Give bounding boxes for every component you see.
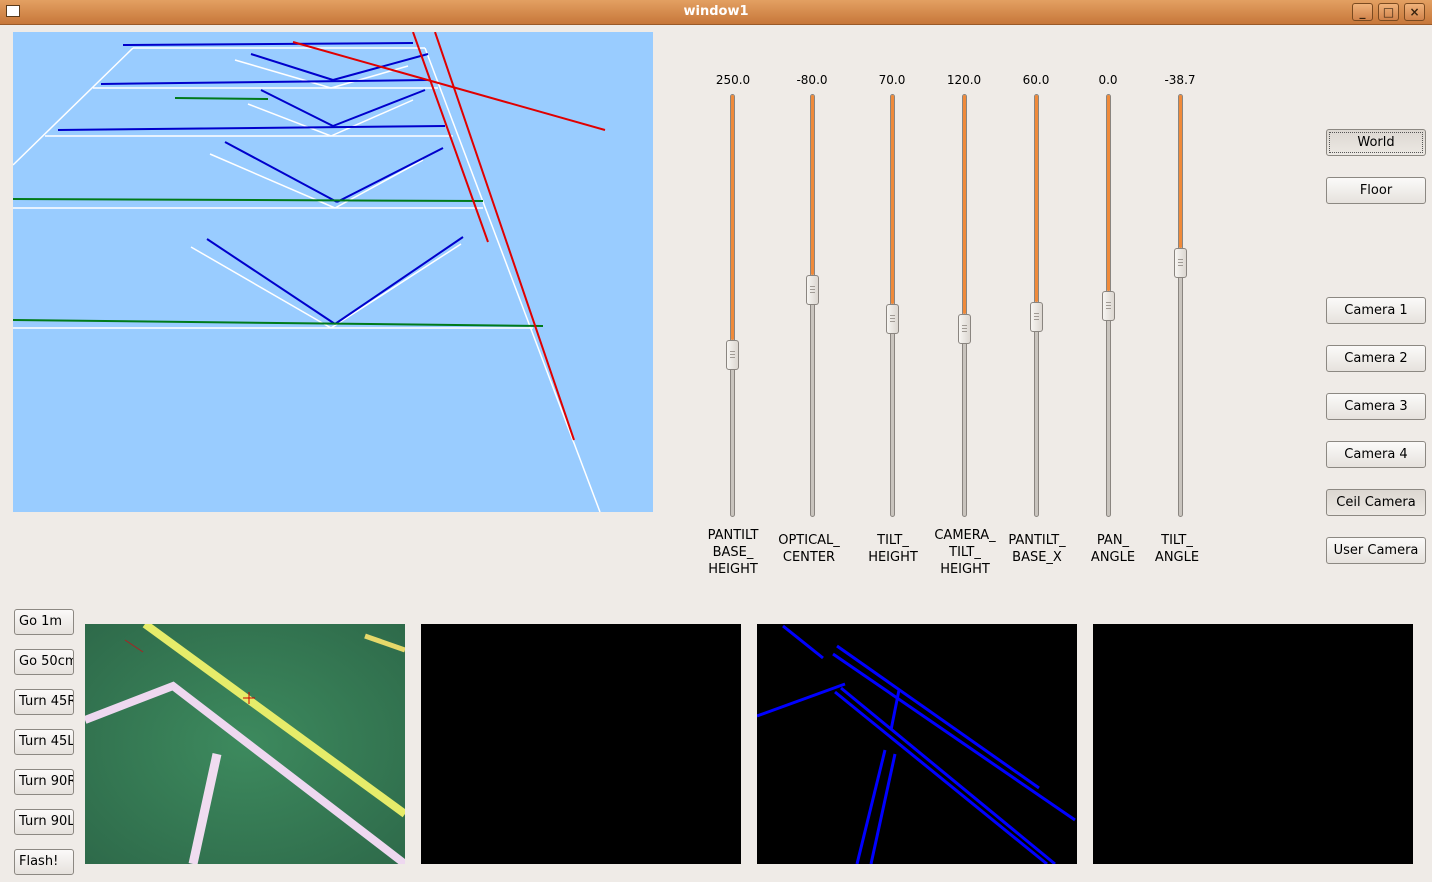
slider-handle[interactable]	[806, 275, 819, 305]
slider-tilt-angle[interactable]	[1174, 94, 1187, 517]
close-icon[interactable]: ×	[1404, 3, 1425, 21]
slider-fill	[963, 95, 966, 314]
turn-45r-button[interactable]: Turn 45R	[14, 689, 74, 715]
slider-fill	[1107, 95, 1110, 291]
camera-2-button[interactable]: Camera 2	[1326, 345, 1426, 372]
world-view-button[interactable]: World	[1326, 129, 1426, 156]
slider-optical-center[interactable]	[806, 94, 819, 517]
slider-value-pantilt-base-height: 250.0	[715, 73, 751, 87]
camera-4-button[interactable]: Camera 4	[1326, 441, 1426, 468]
go-1m-button[interactable]: Go 1m	[14, 609, 74, 635]
minimize-icon[interactable]: _	[1352, 3, 1373, 21]
camera-feed	[85, 624, 405, 864]
slider-handle[interactable]	[1030, 302, 1043, 332]
slider-handle[interactable]	[1102, 291, 1115, 321]
flash-button[interactable]: Flash!	[14, 849, 74, 875]
turn-90l-button[interactable]: Turn 90L	[14, 809, 74, 835]
slider-value-tilt-height: 70.0	[878, 73, 906, 87]
camera-1-button[interactable]: Camera 1	[1326, 297, 1426, 324]
slider-fill	[811, 95, 814, 275]
slider-camera-tilt-height[interactable]	[958, 94, 971, 517]
slider-tilt-height[interactable]	[886, 94, 899, 517]
camera-image-raw[interactable]	[85, 624, 405, 864]
maximize-icon[interactable]: □	[1378, 3, 1399, 21]
slider-label-tilt-angle: TILT_ ANGLE	[1154, 533, 1200, 565]
window-title: window1	[683, 4, 749, 19]
slider-label-optical-center: OPTICAL_ CENTER	[778, 533, 840, 565]
field-lines	[13, 47, 601, 512]
slider-fill	[1035, 95, 1038, 302]
goal-lines-3d	[13, 97, 544, 327]
slider-handle[interactable]	[958, 314, 971, 344]
turn-90r-button[interactable]: Turn 90R	[14, 769, 74, 795]
user-camera-button[interactable]: User Camera	[1326, 537, 1426, 564]
camera-3-button[interactable]: Camera 3	[1326, 393, 1426, 420]
robot-view-lines	[292, 32, 606, 441]
go-50cm-button[interactable]: Go 50cm	[14, 649, 74, 675]
slider-handle[interactable]	[726, 340, 739, 370]
title-bar[interactable]: window1 _ □ ×	[0, 0, 1432, 25]
slider-value-tilt-angle: -38.7	[1164, 73, 1196, 87]
slider-pantilt-base-x[interactable]	[1030, 94, 1043, 517]
camera-image-2	[421, 624, 741, 864]
turn-45l-button[interactable]: Turn 45L	[14, 729, 74, 755]
slider-pan-angle[interactable]	[1102, 94, 1115, 517]
slider-value-optical-center: -80.0	[796, 73, 828, 87]
slider-value-pantilt-base-x: 60.0	[1022, 73, 1050, 87]
world-3d-view[interactable]	[13, 32, 653, 512]
camera-image-4	[1093, 624, 1413, 864]
camera-image-lines	[757, 624, 1077, 864]
slider-value-camera-tilt-height: 120.0	[946, 73, 982, 87]
slider-value-pan-angle: 0.0	[1098, 73, 1118, 87]
slider-pantilt-base-height[interactable]	[726, 94, 739, 517]
slider-fill	[891, 95, 894, 304]
slider-handle[interactable]	[886, 304, 899, 334]
floor-view-button[interactable]: Floor	[1326, 177, 1426, 204]
slider-handle[interactable]	[1174, 248, 1187, 278]
world-scene	[13, 32, 606, 512]
ceil-camera-button[interactable]: Ceil Camera	[1326, 489, 1426, 516]
slider-fill	[1179, 95, 1182, 248]
slider-fill	[731, 95, 734, 340]
line-detection-view	[757, 624, 1076, 864]
